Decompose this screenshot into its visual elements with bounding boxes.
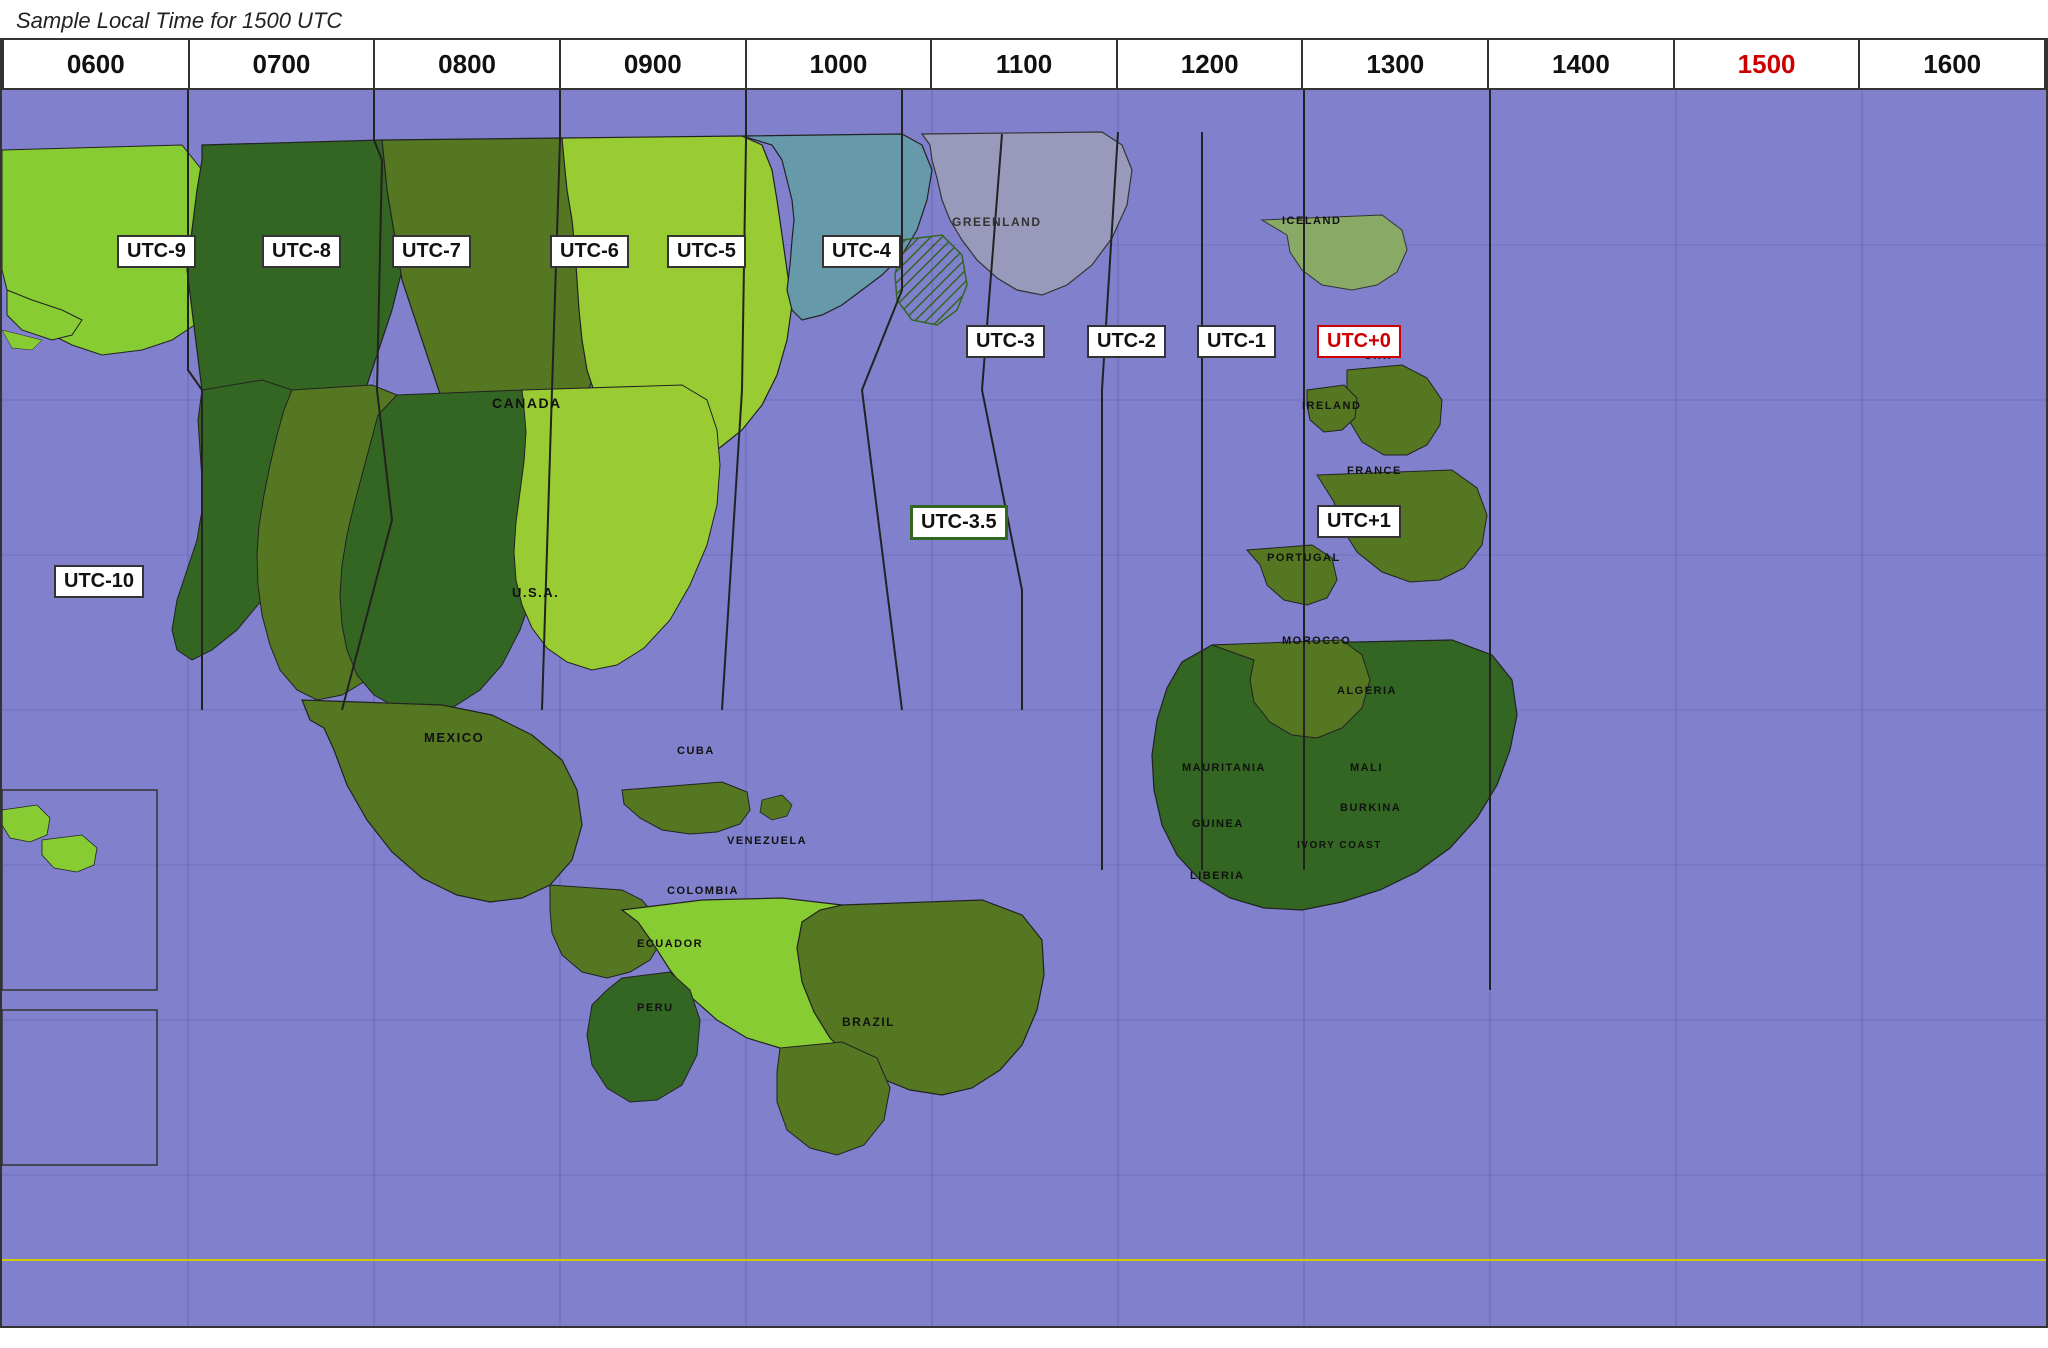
country-label-brazil: BRAZIL: [842, 1015, 895, 1029]
country-label-canada: CANADA: [492, 395, 562, 411]
time-cell-0900: 0900: [561, 40, 747, 88]
time-cell-1600: 1600: [1860, 40, 2046, 88]
country-label-peru: PERU: [637, 1002, 674, 1014]
country-label-mali: MALI: [1350, 762, 1383, 774]
country-label-guinea: GUINEA: [1192, 818, 1244, 830]
country-label-morocco: MOROCCO: [1282, 635, 1351, 647]
country-label-portugal: PORTUGAL: [1267, 552, 1341, 564]
utc-label-plus1: UTC+1: [1317, 505, 1401, 538]
country-label-venezuela: VENEZUELA: [727, 835, 807, 847]
utc-label-4: UTC-4: [822, 235, 901, 268]
country-label-ireland: IRELAND: [1302, 400, 1361, 412]
map-container: 0600 0700 0800 0900 1000 1100 1200 1300 …: [0, 38, 2048, 1328]
time-cell-0700: 0700: [190, 40, 376, 88]
utc-label-2: UTC-2: [1087, 325, 1166, 358]
page-title: Sample Local Time for 1500 UTC: [0, 0, 2048, 38]
time-cell-1300: 1300: [1303, 40, 1489, 88]
country-label-liberia: LIBERIA: [1190, 870, 1245, 882]
time-cell-1400: 1400: [1489, 40, 1675, 88]
country-label-colombia: COLOMBIA: [667, 885, 739, 897]
country-label-ecuador: ECUADOR: [637, 938, 703, 950]
utc-label-9: UTC-9: [117, 235, 196, 268]
utc-label-7: UTC-7: [392, 235, 471, 268]
time-header: 0600 0700 0800 0900 1000 1100 1200 1300 …: [2, 40, 2046, 90]
time-cell-1100: 1100: [932, 40, 1118, 88]
country-label-usa: U.S.A.: [512, 585, 559, 600]
utc-label-8: UTC-8: [262, 235, 341, 268]
country-label-cuba: CUBA: [677, 745, 715, 757]
utc-label-3.5: UTC-3.5: [910, 505, 1008, 540]
map-svg: [2, 90, 2048, 1328]
time-cell-0600: 0600: [2, 40, 190, 88]
country-label-burkina: BURKINA: [1340, 802, 1401, 814]
country-label-greenland: GREENLAND: [952, 215, 1042, 229]
time-cell-0800: 0800: [375, 40, 561, 88]
country-label-algeria: ALGERIA: [1337, 685, 1397, 697]
country-label-france: FRANCE: [1347, 465, 1402, 477]
time-cell-1500: 1500: [1675, 40, 1861, 88]
time-cell-1200: 1200: [1118, 40, 1304, 88]
utc-label-1: UTC-1: [1197, 325, 1276, 358]
country-label-mauritania: MAURITANIA: [1182, 762, 1266, 774]
country-label-mexico: MEXICO: [424, 730, 484, 745]
utc-label-6: UTC-6: [550, 235, 629, 268]
utc-label-10: UTC-10: [54, 565, 144, 598]
utc-label-3: UTC-3: [966, 325, 1045, 358]
time-cell-1000: 1000: [747, 40, 933, 88]
country-label-ivory-coast: IVORY COAST: [1297, 840, 1382, 851]
utc-label-0: UTC+0: [1317, 325, 1401, 358]
utc-label-5: UTC-5: [667, 235, 746, 268]
country-label-iceland: ICELAND: [1282, 215, 1341, 227]
